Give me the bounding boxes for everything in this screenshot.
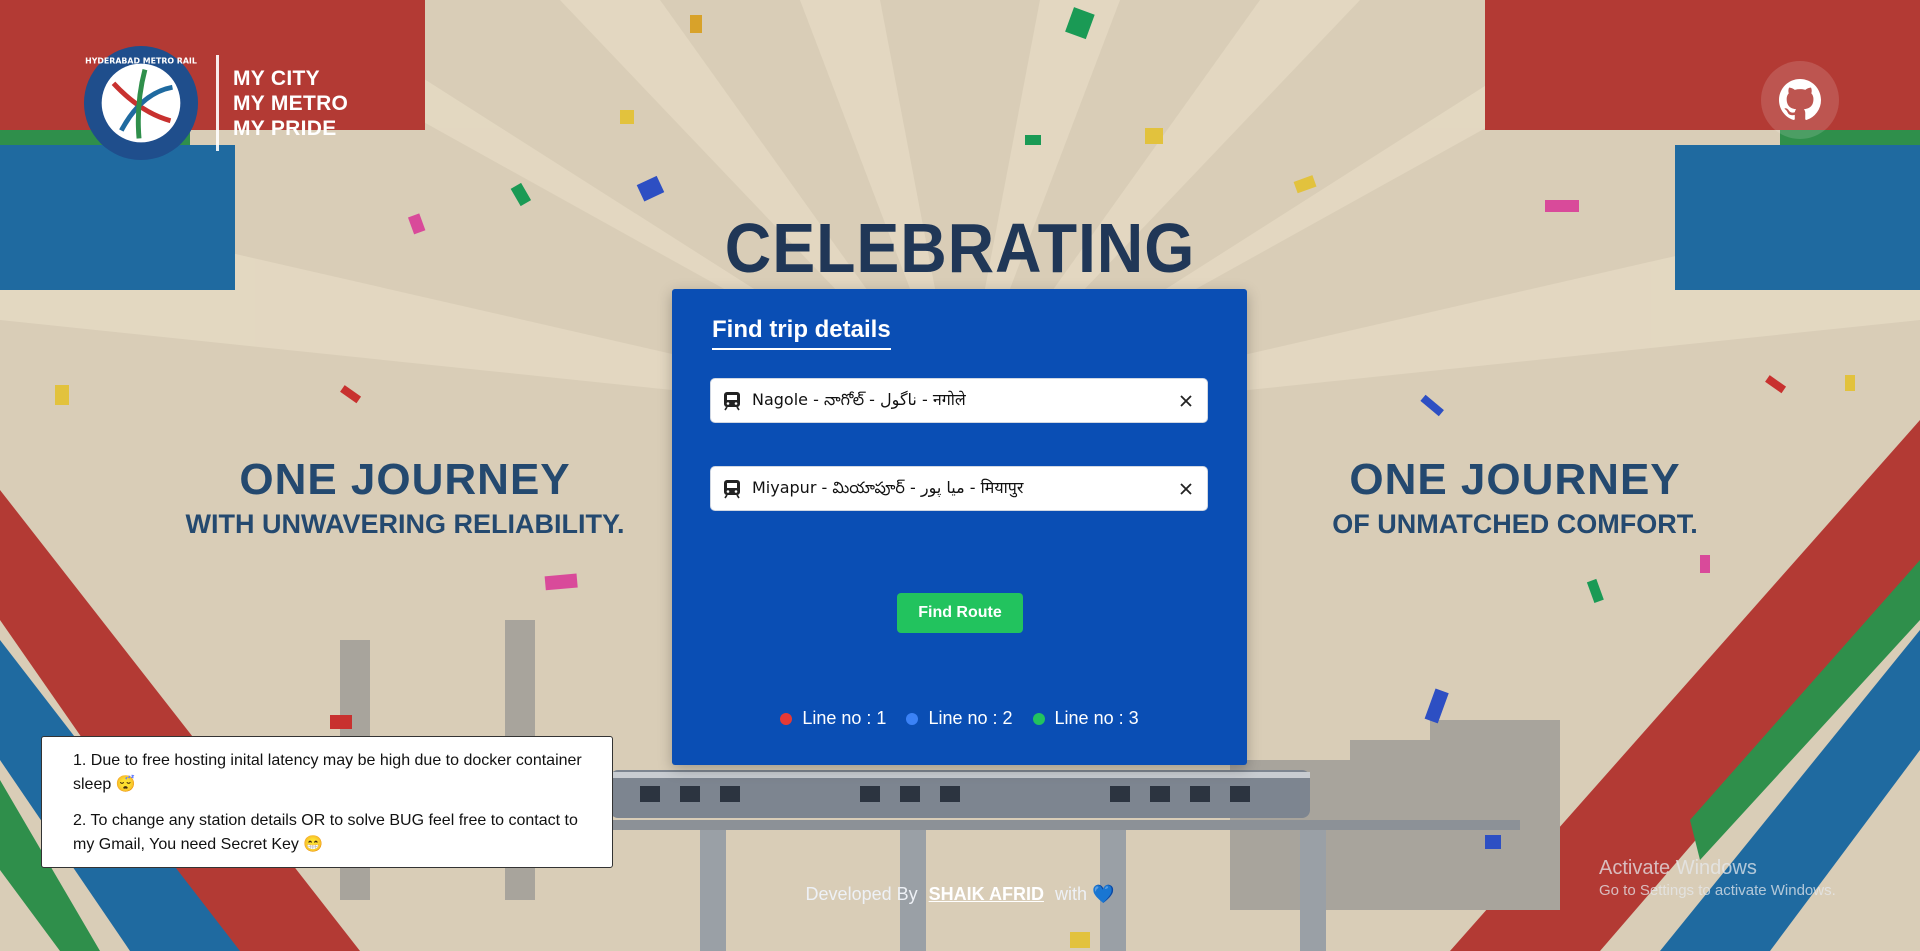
watermark-title: Activate Windows — [1599, 857, 1757, 879]
github-icon — [1779, 79, 1821, 120]
badge-text: HYDERABAD METRO RAIL — [85, 57, 197, 66]
legend-line-1-label: Line no : 1 — [802, 708, 887, 728]
tagline-left-title: ONE JOURNEY — [239, 455, 571, 504]
tagline-right-title: ONE JOURNEY — [1349, 455, 1681, 504]
blue-dot-icon — [906, 712, 919, 725]
legend-line-3-label: Line no : 3 — [1054, 708, 1139, 728]
source-station-input[interactable] — [750, 390, 1175, 411]
close-icon — [1180, 482, 1192, 495]
github-link[interactable] — [1761, 61, 1839, 139]
slogan-line-3: MY PRIDE — [233, 116, 337, 140]
clear-destination-button[interactable] — [1175, 478, 1197, 500]
heart-icon: 💙 — [1092, 884, 1115, 904]
author-link[interactable]: SHAIK AFRID — [929, 884, 1044, 904]
source-station-field[interactable] — [710, 378, 1208, 423]
trip-form-title: Find trip details — [712, 316, 891, 350]
tagline-left: ONE JOURNEY WITH UNWAVERING RELIABILITY. — [160, 455, 650, 540]
line-legend: Line no : 1 Line no : 2 Line no : 3 — [672, 708, 1247, 729]
clear-source-button[interactable] — [1175, 390, 1197, 412]
celebrating-heading: CELEBRATING — [724, 209, 1196, 287]
tagline-left-subtitle: WITH UNWAVERING RELIABILITY. — [185, 509, 625, 539]
trip-form-card: Find trip details Find Route Line no : 1 — [672, 289, 1247, 765]
footer-suffix: with — [1055, 884, 1088, 904]
slogan: MY CITY MY METRO MY PRIDE — [233, 66, 348, 141]
legend-line-3: Line no : 3 — [1032, 708, 1139, 729]
train-icon — [724, 391, 740, 410]
logo-divider — [216, 55, 219, 151]
notice-box: 1. Due to free hosting inital latency ma… — [41, 736, 613, 868]
train-icon — [724, 479, 740, 498]
slogan-line-2: MY METRO — [233, 91, 349, 115]
tagline-right-subtitle: OF UNMATCHED COMFORT. — [1332, 509, 1698, 539]
hyderabad-metro-logo: HYDERABAD METRO RAIL MY CITY MY METRO MY… — [82, 44, 348, 162]
destination-station-input[interactable] — [750, 478, 1175, 499]
legend-line-2-label: Line no : 2 — [928, 708, 1013, 728]
metro-badge-icon: HYDERABAD METRO RAIL — [83, 45, 199, 161]
red-dot-icon — [780, 712, 793, 725]
legend-line-2: Line no : 2 — [906, 708, 1013, 729]
slogan-line-1: MY CITY — [233, 66, 320, 90]
notice-item-1: 1. Due to free hosting inital latency ma… — [73, 752, 582, 793]
notice-item-2: 2. To change any station details OR to s… — [73, 812, 578, 853]
windows-activation-watermark: Activate Windows Go to Settings to activ… — [1599, 857, 1836, 899]
footer-prefix: Developed By — [805, 884, 918, 904]
watermark-subtitle: Go to Settings to activate Windows. — [1599, 882, 1836, 899]
green-dot-icon — [1032, 712, 1045, 725]
close-icon — [1180, 394, 1192, 407]
destination-station-field[interactable] — [710, 466, 1208, 511]
tagline-right: ONE JOURNEY OF UNMATCHED COMFORT. — [1280, 455, 1750, 540]
legend-line-1: Line no : 1 — [780, 708, 886, 729]
find-route-button[interactable]: Find Route — [897, 593, 1023, 633]
